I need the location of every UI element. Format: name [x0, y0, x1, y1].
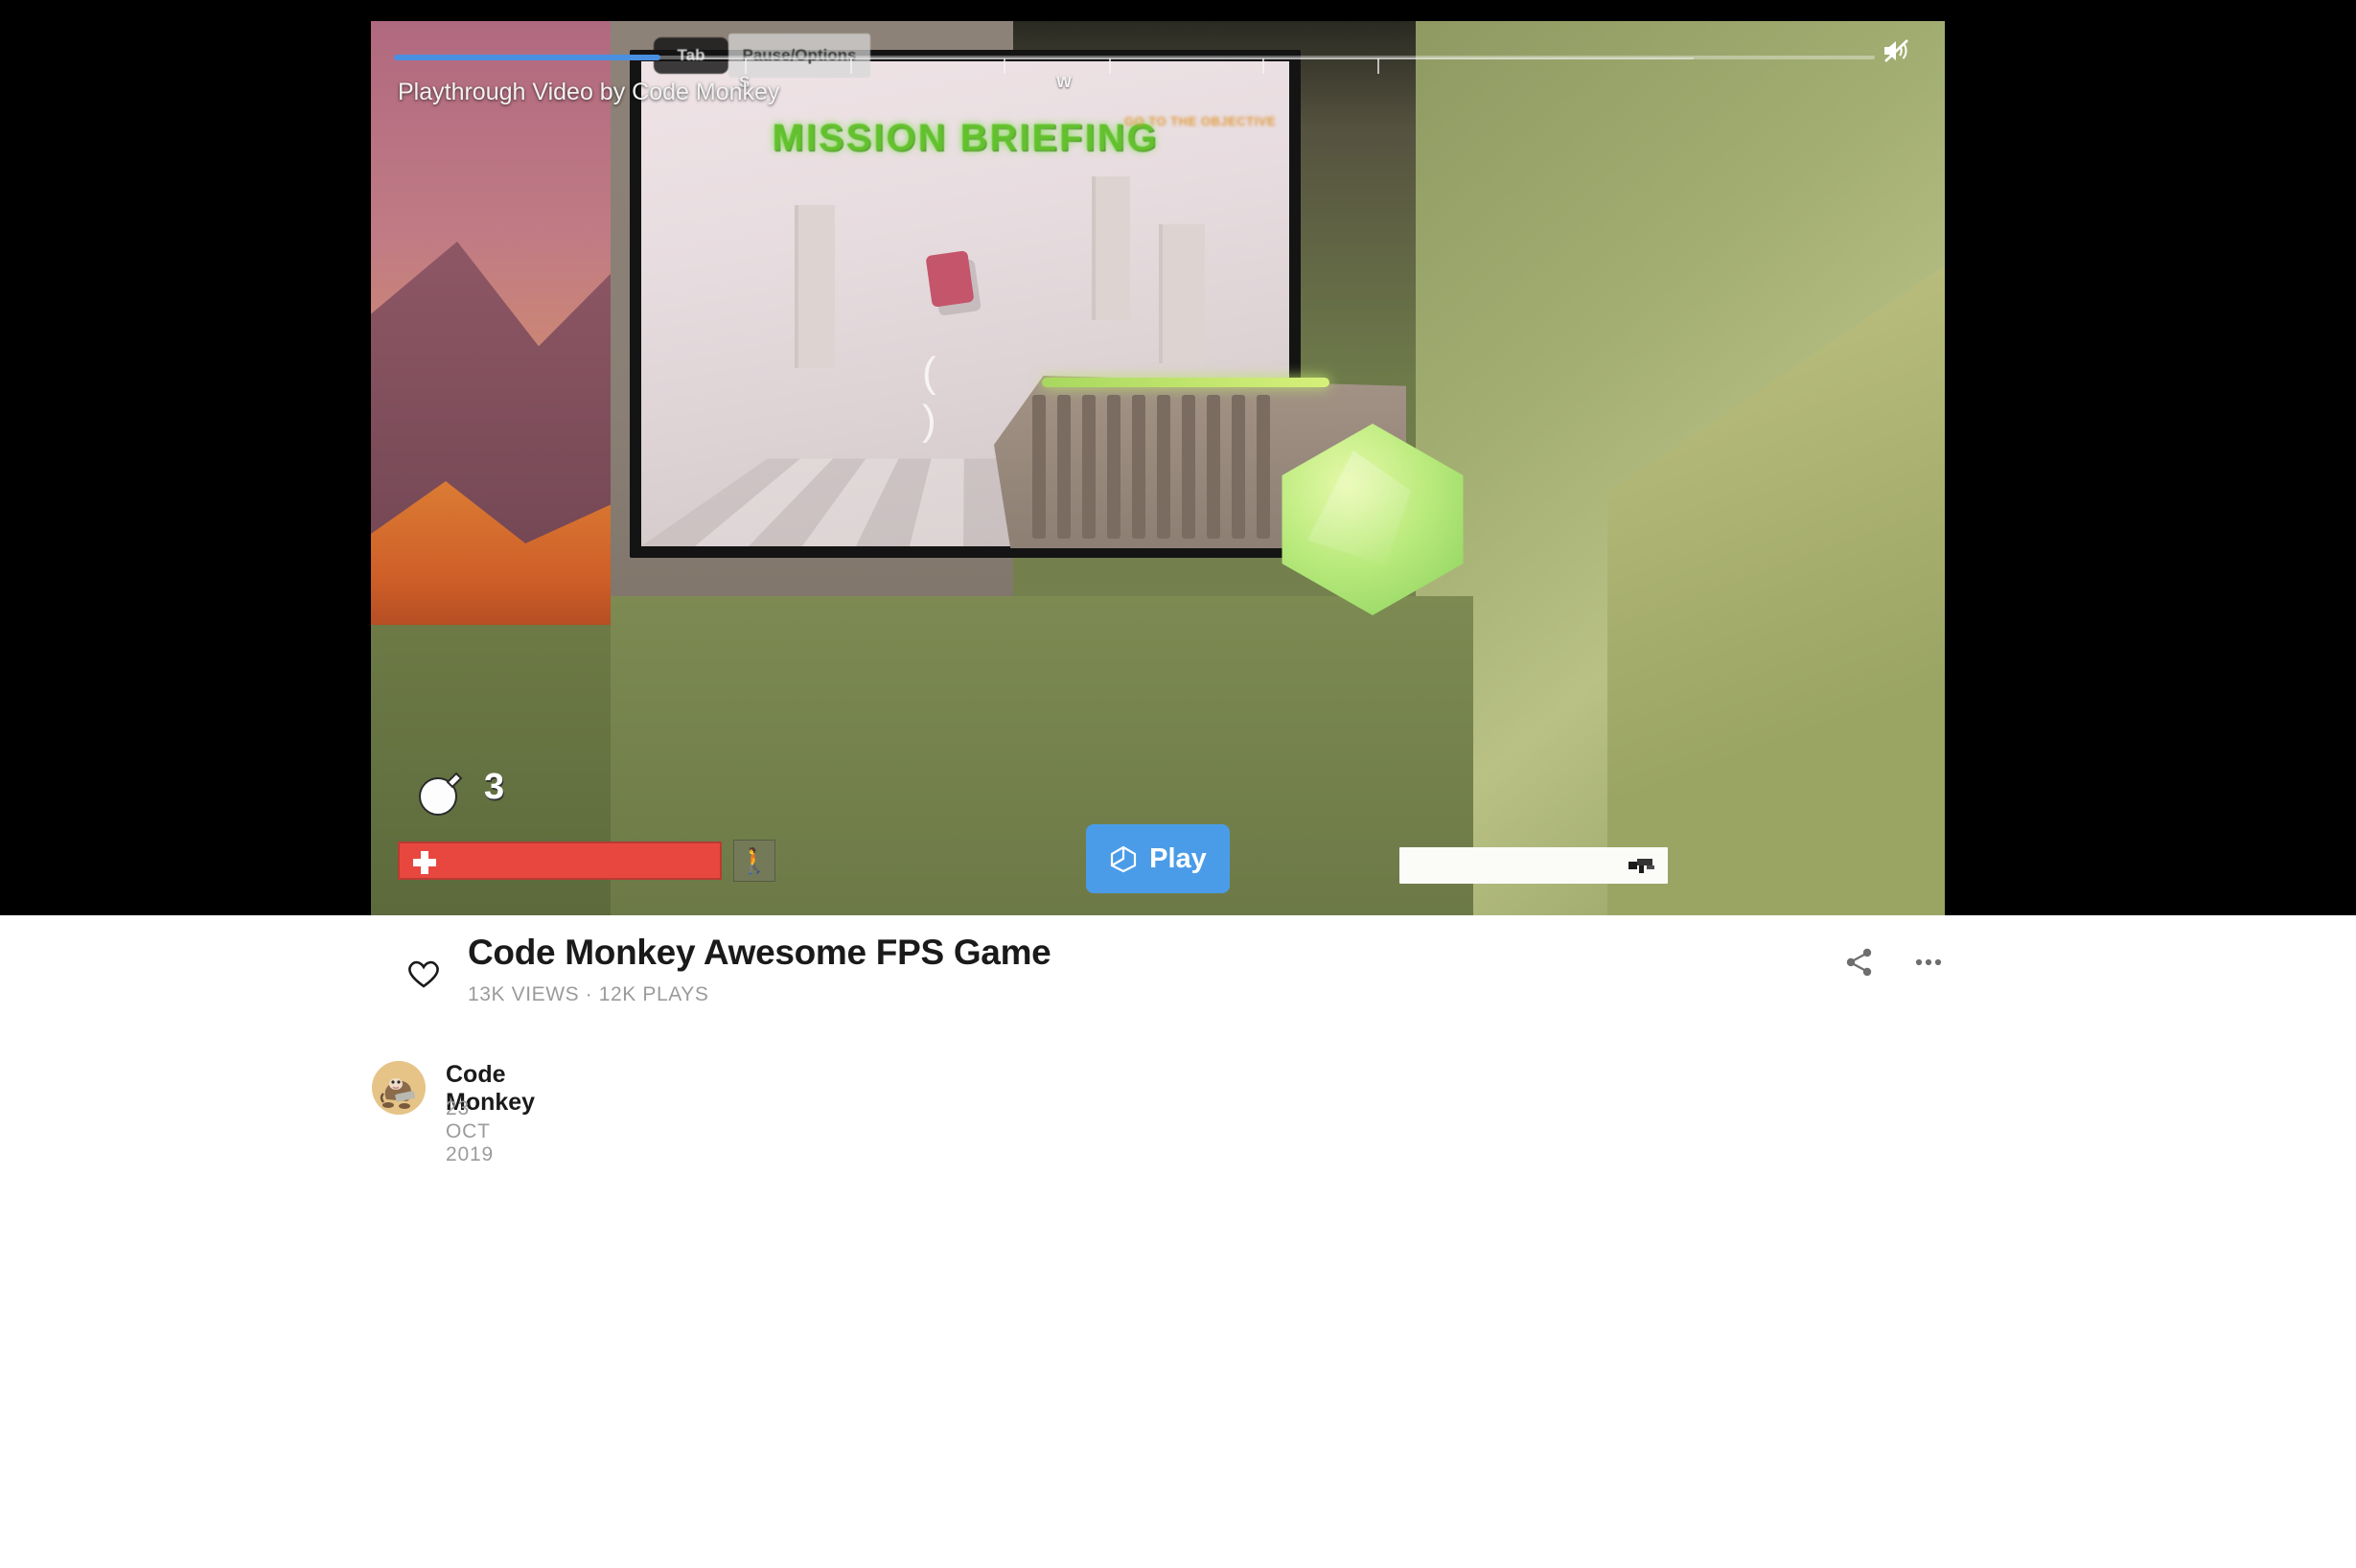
- mission-briefing-title: MISSION BRIEFING: [772, 117, 1159, 159]
- walking-person-icon: 🚶: [738, 846, 771, 875]
- stance-indicator: 🚶: [733, 840, 775, 882]
- hud-compass: S W: [687, 58, 1694, 91]
- monkey-avatar: [372, 1061, 426, 1115]
- video-progress-bar[interactable]: [394, 55, 1875, 60]
- play-button-label: Play: [1149, 842, 1207, 874]
- ammo-bar: [1399, 847, 1668, 884]
- health-cross-icon: [413, 851, 436, 874]
- weapon-icon: [1628, 859, 1654, 873]
- speaker-muted-icon[interactable]: [1880, 35, 1912, 67]
- monkey-avatar-art: [372, 1061, 426, 1115]
- crosshair-reticle: ( ): [922, 349, 975, 444]
- video-progress-fill: [394, 55, 661, 60]
- bomb-icon: [419, 772, 463, 816]
- video-caption: Playthrough Video by Code Monkey: [398, 79, 780, 105]
- briefing-pillar: [1159, 224, 1205, 363]
- title-actions: [1843, 946, 1945, 979]
- hud-objective-text: GO TO THE OBJECTIVE: [1123, 114, 1277, 128]
- author-date: 23 OCT 2019: [446, 1097, 494, 1165]
- title-block: Code Monkey Awesome FPS Game 13K VIEWS ·…: [468, 933, 1051, 1006]
- game-scene: ( ) MISSION BRIEFING: [371, 21, 1945, 915]
- page-root: ( ) MISSION BRIEFING Tab Pause/Options S…: [0, 0, 2356, 1568]
- compass-letter-w: W: [1056, 73, 1073, 91]
- play-button[interactable]: Play: [1086, 824, 1230, 893]
- weapon-grill: [1032, 395, 1282, 548]
- weapon-glow-strip: [1042, 378, 1329, 387]
- health-bar: [398, 842, 722, 880]
- briefing-pillar: [1092, 176, 1130, 320]
- video-player[interactable]: ( ) MISSION BRIEFING Tab Pause/Options S…: [371, 21, 1945, 915]
- page-title: Code Monkey Awesome FPS Game: [468, 933, 1051, 972]
- player-letterbox: ( ) MISSION BRIEFING Tab Pause/Options S…: [0, 0, 2356, 915]
- video-title-row: Code Monkey Awesome FPS Game 13K VIEWS ·…: [371, 933, 1945, 1021]
- more-options-icon[interactable]: [1912, 946, 1945, 979]
- briefing-character: [925, 250, 975, 308]
- video-stats: 13K VIEWS · 12K PLAYS: [468, 982, 709, 1005]
- content-area: Code Monkey Awesome FPS Game 13K VIEWS ·…: [0, 915, 2356, 1568]
- bomb-count: 3: [484, 767, 505, 807]
- briefing-pillar: [795, 205, 835, 368]
- unity-logo-icon: [1111, 845, 1137, 873]
- share-icon[interactable]: [1843, 946, 1876, 979]
- game-hud-top: Tab Pause/Options S W GO TO THE OBJECTIV…: [371, 21, 1945, 128]
- heart-icon[interactable]: [404, 954, 443, 992]
